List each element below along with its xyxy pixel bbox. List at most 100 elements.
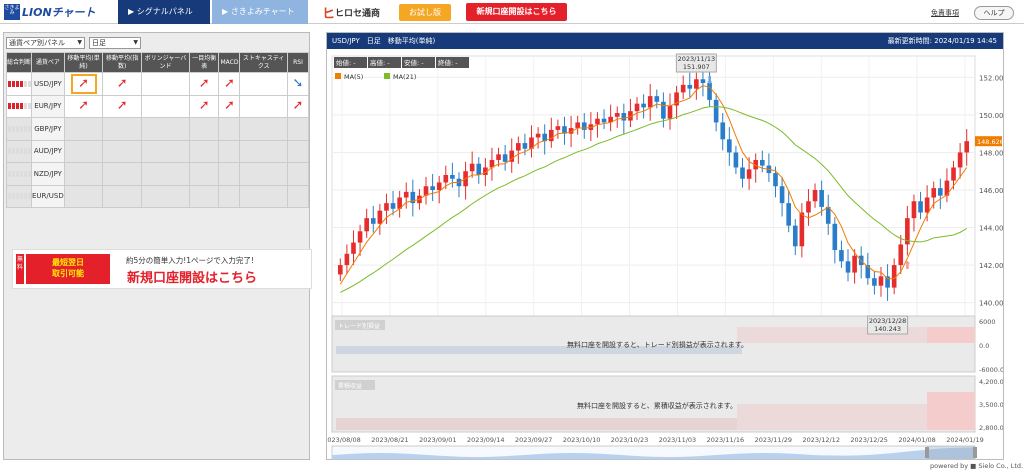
currency-pair[interactable]: USD/JPY: [31, 72, 65, 96]
signal-cell[interactable]: ➚: [188, 94, 220, 118]
open-account-banner[interactable]: 無料 最短翌日 取引可能 約5分の簡単入力!1ページで入力完了! 新規口座開設は…: [12, 249, 312, 289]
signal-cell[interactable]: [218, 117, 241, 141]
panel-mode-select[interactable]: 通貨ペア別パネル ▼: [6, 37, 85, 49]
signal-cell[interactable]: [188, 184, 220, 208]
ohlc-label: 終値: -: [438, 58, 458, 67]
candle-body: [845, 261, 851, 273]
signal-cell[interactable]: ➚: [218, 72, 241, 96]
signal-cell[interactable]: [218, 139, 241, 163]
banner-big-text: 新規口座開設はこちら: [127, 271, 258, 286]
signal-row[interactable]: EUR/USD: [6, 184, 310, 208]
candle-body: [522, 143, 528, 149]
plot-area: [331, 55, 976, 319]
banner-line2: 取引可能: [52, 269, 84, 278]
signal-cell[interactable]: [102, 139, 143, 163]
cumulative-bar: [336, 418, 742, 430]
signal-row[interactable]: EUR/JPY ➚ ➚ ➚ ➚ ➚: [6, 94, 310, 118]
signal-cell[interactable]: [102, 162, 143, 186]
signal-cell[interactable]: [239, 117, 288, 141]
currency-pair[interactable]: EUR/JPY: [31, 94, 65, 118]
chart-title: USD/JPY 日足 移動平均(単純): [332, 37, 436, 45]
candle-body: [403, 191, 409, 198]
signal-cell[interactable]: [286, 162, 310, 186]
signal-cell[interactable]: [102, 117, 143, 141]
x-tick-label: 2023/08/08: [327, 436, 361, 444]
tab-sakiyomi-chart[interactable]: ▶ さきよみチャート: [212, 0, 308, 24]
arrow-up-right-icon: ➚: [224, 98, 235, 114]
period-select[interactable]: 日足 ▼: [89, 37, 141, 49]
signal-cell[interactable]: ➚: [286, 94, 310, 118]
signal-cell[interactable]: [286, 139, 310, 163]
signal-cell[interactable]: [141, 94, 190, 118]
signal-cell[interactable]: [239, 94, 288, 118]
help-button[interactable]: ヘルプ: [974, 6, 1014, 20]
candle-body: [779, 186, 785, 204]
signal-cell[interactable]: [239, 72, 288, 96]
trial-button[interactable]: お試し版: [399, 4, 451, 21]
signal-cell[interactable]: ➚: [188, 72, 220, 96]
signal-cell[interactable]: [63, 117, 104, 141]
ohlc-label: 高値: -: [370, 58, 390, 67]
candle-body: [786, 203, 791, 226]
tab-signal-panel[interactable]: ▶ シグナルパネル: [118, 0, 210, 24]
price-chart[interactable]: トレード別損益無料口座を開設すると、トレード別損益が表示されます。 6000 0.0…: [327, 50, 1003, 460]
signal-cell[interactable]: [63, 184, 104, 208]
candle-body: [806, 201, 811, 213]
candle-body: [878, 276, 884, 286]
cumulative-label: 累積収益: [338, 382, 362, 390]
signal-cell[interactable]: [63, 162, 104, 186]
chart-header: USD/JPY 日足 移動平均(単純) 最新更新時間: 2024/01/19 1…: [327, 33, 1003, 49]
signal-row[interactable]: NZD/JPY: [6, 162, 310, 186]
signal-cell[interactable]: [239, 184, 288, 208]
signal-cell[interactable]: ➚: [218, 94, 241, 118]
signal-cell[interactable]: [141, 117, 190, 141]
column-header: 移動平均(指数): [102, 52, 143, 73]
signal-cell[interactable]: [239, 162, 288, 186]
cumulative-bar: [927, 392, 975, 430]
annotation-date: 2023/11/13: [678, 55, 715, 63]
currency-pair[interactable]: GBP/JPY: [31, 117, 65, 141]
app-logo[interactable]: さきよみ LIONチャート: [4, 3, 96, 21]
candle-body: [390, 203, 396, 209]
disclaimer-link[interactable]: 免責事項: [931, 8, 959, 18]
signal-cell[interactable]: [188, 117, 220, 141]
logo-badge: さきよみ: [4, 4, 20, 20]
signal-cell[interactable]: ➘: [286, 72, 310, 96]
signal-cell[interactable]: ➚: [102, 72, 143, 96]
broker-logo[interactable]: ヒ ヒロセ通商: [322, 4, 380, 22]
signal-cell[interactable]: ➚: [63, 94, 104, 118]
signal-cell[interactable]: ➚: [102, 94, 143, 118]
signal-cell[interactable]: [286, 117, 310, 141]
candle-body: [641, 103, 646, 108]
signal-cell[interactable]: [63, 139, 104, 163]
currency-pair[interactable]: AUD/JPY: [31, 139, 65, 163]
signal-cell[interactable]: [141, 162, 190, 186]
signal-cell[interactable]: [218, 162, 241, 186]
currency-pair[interactable]: EUR/USD: [31, 184, 65, 208]
candle-body: [720, 122, 726, 140]
candle-body: [661, 101, 666, 119]
candle-body: [792, 225, 798, 247]
signal-cell[interactable]: [286, 184, 310, 208]
x-tick-label: 2024/01/08: [898, 436, 935, 444]
signal-row[interactable]: USD/JPY ➚ ➚ ➚ ➚ ➘: [6, 72, 310, 96]
candle-body: [614, 113, 620, 117]
candle-body: [450, 174, 455, 179]
signal-cell[interactable]: [141, 139, 190, 163]
chart-grid: [331, 55, 976, 319]
signal-cell[interactable]: [188, 139, 220, 163]
signal-cell[interactable]: [141, 184, 190, 208]
signal-cell[interactable]: [239, 139, 288, 163]
signal-row[interactable]: GBP/JPY: [6, 117, 310, 141]
candle-body: [852, 255, 857, 273]
strength-meter: [6, 72, 32, 96]
signal-cell[interactable]: ➚: [63, 72, 104, 96]
banner-highlight: 最短翌日 取引可能: [26, 254, 110, 284]
signal-cell[interactable]: [188, 162, 220, 186]
signal-cell[interactable]: [102, 184, 143, 208]
signal-cell[interactable]: [218, 184, 241, 208]
signal-cell[interactable]: [141, 72, 190, 96]
open-account-button[interactable]: 新規口座開設はこちら: [466, 3, 567, 21]
currency-pair[interactable]: NZD/JPY: [31, 162, 65, 186]
signal-row[interactable]: AUD/JPY: [6, 139, 310, 163]
